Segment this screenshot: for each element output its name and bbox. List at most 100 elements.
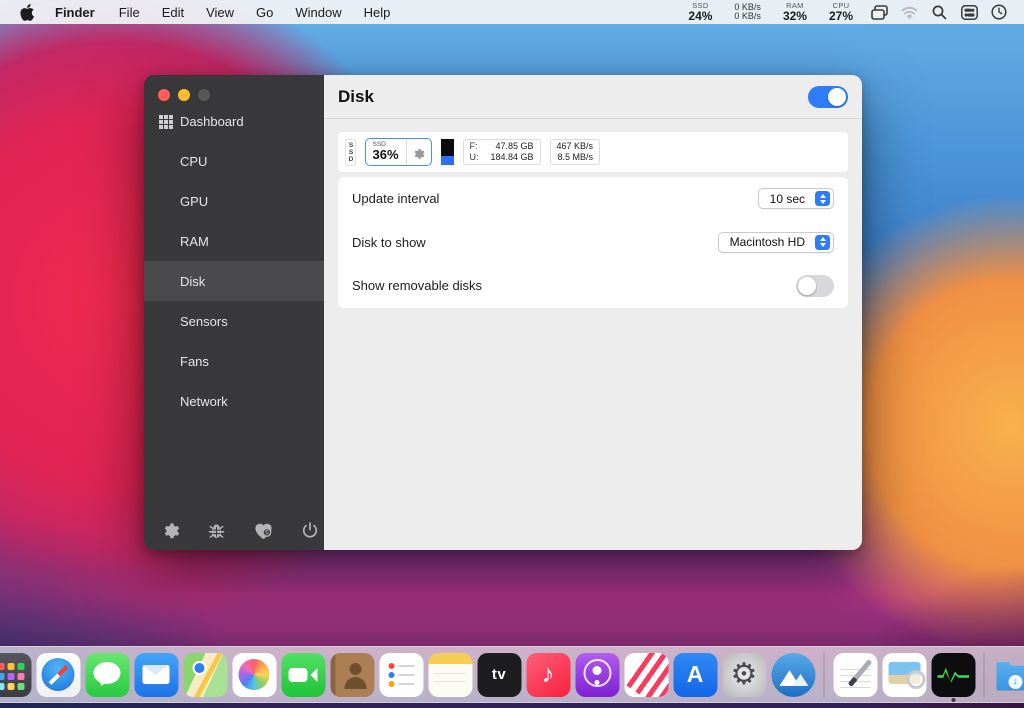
dock-separator xyxy=(823,651,825,698)
dock-icon-mountain[interactable] xyxy=(771,652,815,697)
toggle-knob xyxy=(798,276,816,295)
downloads-glyph: ↓ xyxy=(1008,674,1022,689)
sidebar-item-ram[interactable]: RAM xyxy=(144,221,324,261)
dock-icon-tv[interactable]: tv xyxy=(477,652,521,697)
wifi-icon[interactable] xyxy=(896,6,922,19)
dock-icon-music[interactable]: ♪ xyxy=(526,652,570,697)
sidebar-item-label: Dashboard xyxy=(180,113,244,129)
control-center-icon[interactable] xyxy=(956,4,982,20)
usage-used-prefix: U: xyxy=(469,152,479,162)
music-icon: ♪ xyxy=(526,652,570,697)
dock-icon-photos[interactable] xyxy=(232,652,276,697)
settings-panel: Update interval 10 sec Disk to show Maci… xyxy=(338,177,848,308)
menu-item-help[interactable]: Help xyxy=(353,5,402,20)
contacts-icon xyxy=(330,652,374,697)
status-ssd-value: 24% xyxy=(688,9,713,24)
sidebar-item-gpu[interactable]: GPU xyxy=(144,181,324,221)
status-cpu-value: 27% xyxy=(828,9,853,24)
dock-icon-launchpad[interactable] xyxy=(0,652,31,697)
search-icon[interactable] xyxy=(926,5,952,20)
menu-item-window[interactable]: Window xyxy=(284,5,352,20)
widget-preview-bar: SSD SSD 36% F: 47.85 GB U: 184.84 GB 467 K… xyxy=(338,132,848,172)
menu-item-go[interactable]: Go xyxy=(245,5,284,20)
sidebar-item-label: Sensors xyxy=(180,313,228,329)
donate-heart-icon[interactable]: $ xyxy=(252,520,275,541)
page-title: Disk xyxy=(338,86,374,106)
status-ram[interactable]: RAM 32% xyxy=(774,2,816,23)
dock-icon-maps[interactable] xyxy=(183,652,227,697)
dock-icon-activity[interactable] xyxy=(931,652,975,697)
music-glyph: ♪ xyxy=(541,660,555,688)
sidebar-tools: $ xyxy=(160,520,320,541)
sidebar-item-dashboard[interactable]: Dashboard xyxy=(144,101,324,141)
menu-item-view[interactable]: View xyxy=(195,5,245,20)
dock-icon-sysprefs[interactable]: ⚙ xyxy=(722,652,766,697)
windows-stack-icon[interactable] xyxy=(866,4,892,20)
sidebar-list: Dashboard CPU GPU RAM Disk Sensors Fans Network xyxy=(144,101,324,421)
close-button[interactable] xyxy=(158,89,170,101)
sidebar-item-fans[interactable]: Fans xyxy=(144,341,324,381)
clock-icon[interactable] xyxy=(986,4,1012,20)
widget-settings-gear-icon[interactable] xyxy=(407,139,431,165)
apple-menu[interactable] xyxy=(12,3,42,21)
dock-icon-news[interactable] xyxy=(624,652,668,697)
appstore-glyph: A xyxy=(686,661,704,687)
dock-icon-facetime[interactable] xyxy=(281,652,325,697)
minimize-button[interactable] xyxy=(178,89,190,101)
apple-icon xyxy=(19,3,34,21)
activity-icon xyxy=(931,652,975,697)
quit-power-icon[interactable] xyxy=(300,520,320,541)
status-ssd[interactable]: SSD 24% xyxy=(679,2,721,23)
widget-mini-label[interactable]: SSD xyxy=(345,138,356,166)
dock-icon-appstore[interactable]: A xyxy=(673,652,717,697)
dock-icon-notes[interactable] xyxy=(428,652,472,697)
sidebar-item-label: CPU xyxy=(180,153,208,169)
settings-gear-icon[interactable] xyxy=(160,520,181,541)
sidebar-item-sensors[interactable]: Sensors xyxy=(144,301,324,341)
tv-glyph: tv xyxy=(491,666,507,683)
dock-icon-downloads[interactable]: ↓ xyxy=(993,653,1024,697)
dock-icon-contacts[interactable] xyxy=(330,652,374,697)
dock-icon-messages[interactable] xyxy=(85,652,129,697)
update-interval-select[interactable]: 10 sec xyxy=(757,188,834,210)
svg-text:$: $ xyxy=(265,530,269,537)
widget-percent-selected[interactable]: SSD 36% xyxy=(364,138,432,166)
bug-report-icon[interactable] xyxy=(206,520,227,541)
widget-speed[interactable]: 467 KB/s 8.5 MB/s xyxy=(549,139,601,165)
sidebar-item-disk[interactable]: Disk xyxy=(144,261,324,301)
photos-icon xyxy=(232,652,276,697)
content-area: Disk SSD SSD 36% F: 47.85 GB U: 184.84 GB xyxy=(324,75,862,550)
widget-bar-chart[interactable] xyxy=(440,139,454,165)
status-cpu[interactable]: CPU 27% xyxy=(820,2,862,23)
dock: tv ♪ A ⚙ ↓ xyxy=(0,646,1024,703)
dock-icon-safari[interactable] xyxy=(36,652,80,697)
dock-icon-mail[interactable] xyxy=(134,652,178,697)
mail-icon xyxy=(134,652,178,697)
dock-icon-podcasts[interactable] xyxy=(575,652,619,697)
sidebar-item-network[interactable]: Network xyxy=(144,381,324,421)
appstore-icon: A xyxy=(673,652,717,697)
safari-icon xyxy=(36,652,80,697)
usage-free-prefix: F: xyxy=(469,141,478,152)
menu-item-finder[interactable]: Finder xyxy=(42,5,108,20)
dock-icon-textedit[interactable] xyxy=(833,652,877,697)
usage-used-value: 184.84 GB xyxy=(490,152,534,162)
status-ssd-label: SSD xyxy=(692,0,709,10)
dock-icon-preview[interactable] xyxy=(882,652,926,697)
show-removable-label: Show removable disks xyxy=(352,278,483,294)
disk-to-show-select[interactable]: Macintosh HD xyxy=(717,231,834,253)
module-enable-toggle[interactable] xyxy=(808,85,848,108)
dock-separator xyxy=(983,651,985,698)
launchpad-icon xyxy=(0,652,31,697)
dock-icon-reminders[interactable] xyxy=(379,652,423,697)
menu-item-file[interactable]: File xyxy=(108,5,151,20)
menu-item-edit[interactable]: Edit xyxy=(151,5,195,20)
show-removable-toggle[interactable] xyxy=(796,274,834,297)
sidebar-item-label: Disk xyxy=(180,273,206,289)
sidebar-item-label: Fans xyxy=(180,353,209,369)
setting-row-show-removable: Show removable disks xyxy=(352,264,834,308)
tv-icon: tv xyxy=(477,652,521,697)
status-network[interactable]: 0 KB/s 0 KB/s xyxy=(725,3,770,21)
widget-usage[interactable]: F: 47.85 GB U: 184.84 GB xyxy=(462,139,541,165)
sidebar-item-cpu[interactable]: CPU xyxy=(144,141,324,181)
